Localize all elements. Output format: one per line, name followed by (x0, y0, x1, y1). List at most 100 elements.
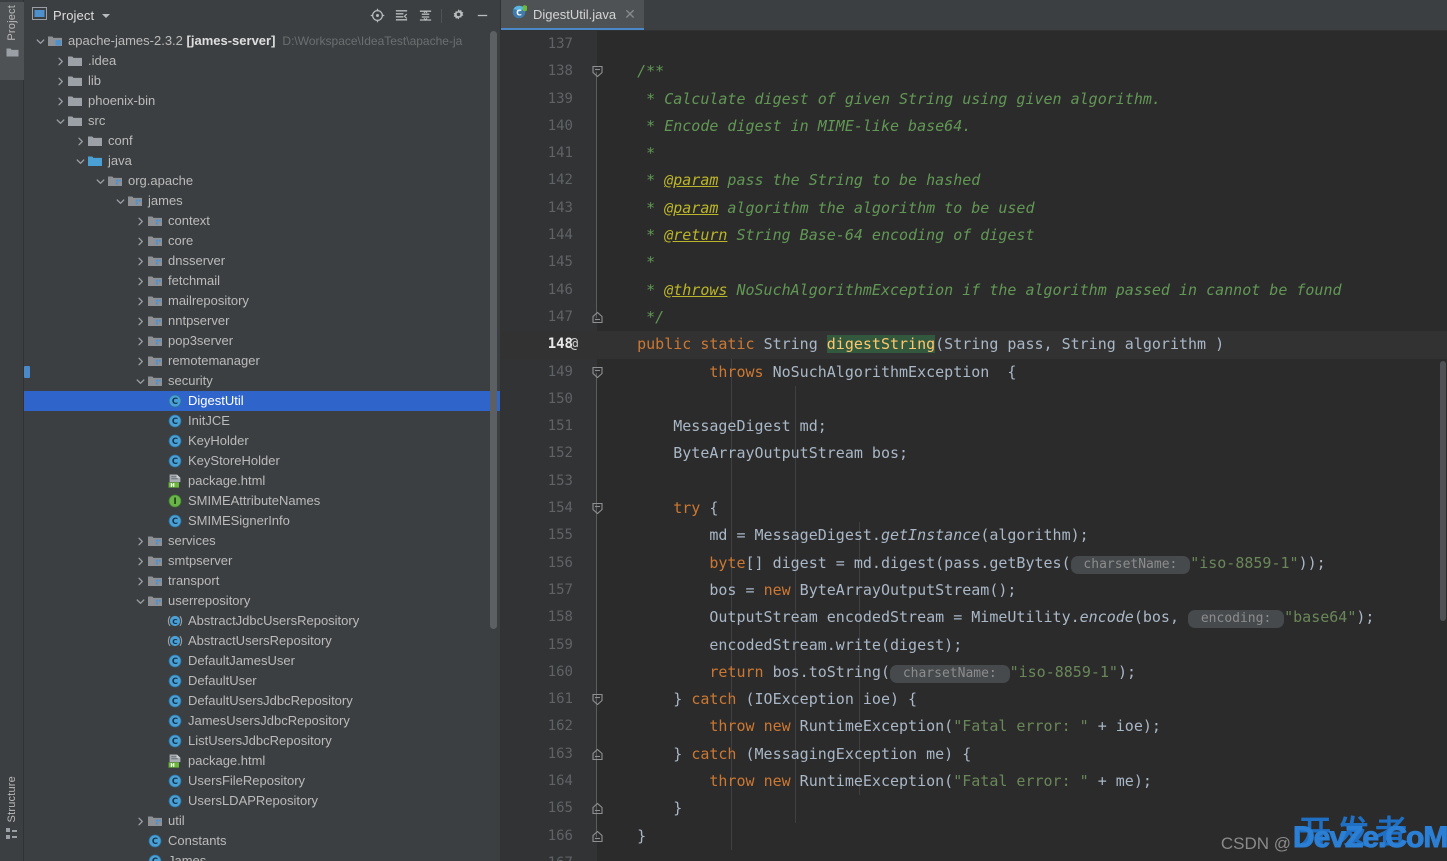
tree-node[interactable]: mailrepository (24, 291, 501, 311)
code-text[interactable]: * @param pass the String to be hashed (597, 167, 980, 194)
tree-node[interactable]: C DefaultUsersJdbcRepository (24, 691, 501, 711)
code-line[interactable]: 147 */ (501, 304, 1447, 331)
chevron-right-icon[interactable] (134, 271, 147, 291)
chevron-right-icon[interactable] (134, 291, 147, 311)
minimize-icon[interactable] (471, 5, 493, 27)
code-line[interactable]: 139 * Calculate digest of given String u… (501, 86, 1447, 113)
expand-all-icon[interactable] (390, 5, 412, 27)
tool-tab-structure[interactable]: Structure (0, 773, 24, 857)
line-number[interactable]: 149 (501, 359, 573, 386)
tree-node[interactable]: C AbstractJdbcUsersRepository (24, 611, 501, 631)
project-title-group[interactable]: Project (32, 6, 111, 25)
code-text[interactable]: * (597, 249, 655, 276)
line-number[interactable]: 146 (501, 277, 573, 304)
chevron-down-icon[interactable] (102, 13, 111, 18)
locate-icon[interactable] (366, 5, 388, 27)
fold-region-start-icon[interactable] (587, 58, 607, 85)
editor-scrollbar-thumb[interactable] (1440, 361, 1446, 621)
gear-icon[interactable] (447, 5, 469, 27)
tree-node[interactable]: smtpserver (24, 551, 501, 571)
editor-tab-digestutil[interactable]: C DigestUtil.java ✕ (501, 0, 644, 30)
code-text[interactable]: try { (597, 495, 718, 522)
line-number[interactable]: 144 (501, 222, 573, 249)
code-line[interactable]: 148 @ public static String digestString(S… (501, 331, 1447, 359)
code-text[interactable]: } catch (MessagingException me) { (597, 741, 971, 768)
line-number[interactable]: 142 (501, 167, 573, 194)
line-number[interactable]: 156 (501, 550, 573, 577)
line-number[interactable]: 165 (501, 795, 573, 822)
chevron-right-icon[interactable] (54, 71, 67, 91)
tree-node[interactable]: phoenix-bin (24, 91, 501, 111)
code-line[interactable]: 158 OutputStream encodedStream = MimeUti… (501, 604, 1447, 631)
code-line[interactable]: 151 MessageDigest md; (501, 413, 1447, 440)
fold-region-start-icon[interactable] (587, 686, 607, 713)
editor-scrollbar[interactable] (1439, 31, 1447, 861)
tool-tab-project[interactable]: Project (0, 2, 24, 80)
code-text[interactable]: public static String digestString(String… (597, 331, 1225, 359)
chevron-down-icon[interactable] (74, 151, 87, 171)
tree-node[interactable]: C UsersFileRepository (24, 771, 501, 791)
tree-node[interactable]: C AbstractUsersRepository (24, 631, 501, 651)
line-number[interactable]: 159 (501, 632, 573, 659)
fold-region-end-icon[interactable] (587, 741, 607, 768)
code-line[interactable]: 144 * @return String Base-64 encoding of… (501, 222, 1447, 249)
code-text[interactable]: OutputStream encodedStream = MimeUtility… (597, 604, 1374, 631)
code-line[interactable]: 161 } catch (IOException ioe) { (501, 686, 1447, 713)
line-number[interactable]: 153 (501, 468, 573, 495)
tree-node[interactable]: C SMIMESignerInfo (24, 511, 501, 531)
code-text[interactable] (597, 386, 601, 413)
tree-node[interactable]: C JamesUsersJdbcRepository (24, 711, 501, 731)
code-line[interactable]: 157 bos = new ByteArrayOutputStream(); (501, 577, 1447, 604)
code-line[interactable]: 156 byte[] digest = md.digest(pass.getBy… (501, 550, 1447, 577)
collapse-all-icon[interactable] (414, 5, 436, 27)
tree-node[interactable]: apache-james-2.3.2 [james-server] D:\Work… (24, 31, 501, 51)
chevron-right-icon[interactable] (134, 531, 147, 551)
tree-node[interactable]: lib (24, 71, 501, 91)
line-number[interactable]: 152 (501, 440, 573, 467)
code-text[interactable]: } catch (IOException ioe) { (597, 686, 917, 713)
code-text[interactable]: return bos.toString( charsetName: "iso-8… (597, 659, 1136, 686)
chevron-right-icon[interactable] (134, 811, 147, 831)
tree-node[interactable]: util (24, 811, 501, 831)
tree-node[interactable]: C Constants (24, 831, 501, 851)
code-line[interactable]: 164 throw new RuntimeException("Fatal er… (501, 768, 1447, 795)
chevron-right-icon[interactable] (134, 251, 147, 271)
chevron-down-icon[interactable] (34, 31, 47, 51)
code-text[interactable] (597, 850, 601, 861)
code-text[interactable]: throw new RuntimeException("Fatal error:… (597, 713, 1161, 740)
chevron-right-icon[interactable] (134, 211, 147, 231)
line-number[interactable]: 163 (501, 741, 573, 768)
chevron-right-icon[interactable] (74, 131, 87, 151)
code-text[interactable]: ByteArrayOutputStream bos; (597, 440, 908, 467)
code-line[interactable]: 159 encodedStream.write(digest); (501, 632, 1447, 659)
tree-node[interactable]: Hpackage.html (24, 751, 501, 771)
chevron-right-icon[interactable] (134, 331, 147, 351)
line-number[interactable]: 155 (501, 522, 573, 549)
tree-node[interactable]: james (24, 191, 501, 211)
line-number[interactable]: 141 (501, 140, 573, 167)
code-text[interactable]: } (597, 795, 682, 822)
fold-region-start-icon[interactable] (587, 495, 607, 522)
tree-node[interactable]: remotemanager (24, 351, 501, 371)
tree-node[interactable]: C KeyHolder (24, 431, 501, 451)
chevron-down-icon[interactable] (54, 111, 67, 131)
tree-node[interactable]: transport (24, 571, 501, 591)
tree-node[interactable]: C DefaultJamesUser (24, 651, 501, 671)
fold-region-start-icon[interactable] (587, 359, 607, 386)
line-number[interactable]: 147 (501, 304, 573, 331)
tree-node[interactable]: org.apache (24, 171, 501, 191)
fold-region-end-icon[interactable] (587, 304, 607, 331)
code-text[interactable]: /** (597, 58, 664, 85)
line-number[interactable]: 167 (501, 850, 573, 861)
tree-node[interactable]: src (24, 111, 501, 131)
tree-node[interactable]: C InitJCE (24, 411, 501, 431)
code-line[interactable]: 142 * @param pass the String to be hashe… (501, 167, 1447, 194)
code-text[interactable] (597, 468, 601, 495)
tree-node[interactable]: C James (24, 851, 501, 861)
code-line[interactable]: 137 (501, 31, 1447, 58)
line-number[interactable]: 160 (501, 659, 573, 686)
code-line[interactable]: 167 (501, 850, 1447, 861)
chevron-right-icon[interactable] (134, 231, 147, 251)
tree-node[interactable]: dnsserver (24, 251, 501, 271)
tree-node[interactable]: C UsersLDAPRepository (24, 791, 501, 811)
